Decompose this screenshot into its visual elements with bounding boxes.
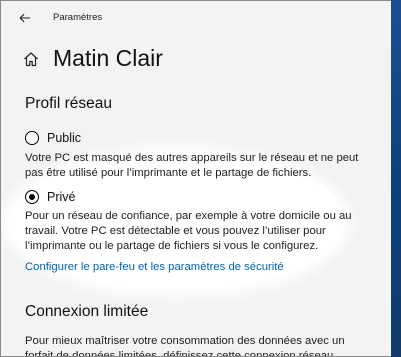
title-bar: Paramètres <box>1 1 392 35</box>
radio-private[interactable] <box>25 190 39 204</box>
window-title: Paramètres <box>53 12 103 23</box>
private-description: Pour un réseau de confiance, par exemple… <box>25 210 352 252</box>
metered-connection-description: Pour mieux maîtriser votre consommation … <box>25 335 345 357</box>
settings-window: Paramètres Matin Clair Profil réseau Pub… <box>0 0 401 357</box>
firewall-settings-link[interactable]: Configurer le pare-feu et les paramètres… <box>25 261 284 273</box>
page-title: Matin Clair <box>53 45 163 71</box>
public-description: Votre PC est masqué des autres appareils… <box>25 152 359 179</box>
network-profile-heading: Profil réseau <box>25 95 113 112</box>
radio-private-label[interactable]: Privé <box>47 190 75 204</box>
home-icon <box>23 51 39 72</box>
desktop-background <box>391 0 401 357</box>
back-button[interactable] <box>12 7 38 29</box>
radio-public[interactable] <box>25 131 39 145</box>
metered-connection-heading: Connexion limitée <box>25 303 149 320</box>
back-arrow-icon <box>19 13 30 23</box>
radio-public-label[interactable]: Public <box>47 131 81 145</box>
